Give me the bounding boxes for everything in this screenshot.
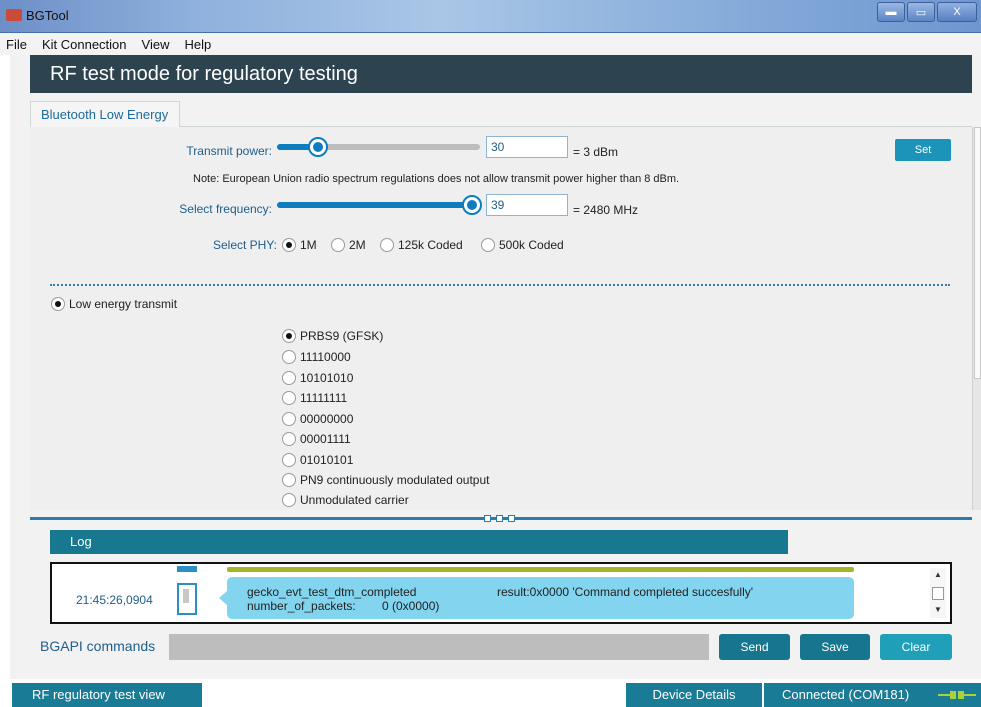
close-button[interactable]: X — [937, 2, 977, 22]
log-param-value: 0 (0x0000) — [382, 599, 440, 613]
radio-icon — [380, 238, 394, 252]
device-icon-chip — [183, 589, 189, 603]
bgapi-command-input[interactable] — [169, 634, 709, 660]
plug-connected-icon — [938, 691, 976, 699]
transmit-power-dbm: = 3 dBm — [573, 145, 619, 159]
window-controls: ▬ ▭ X — [877, 2, 977, 24]
splitter-grip-icon[interactable] — [484, 515, 491, 522]
settings-scrollbar[interactable] — [972, 127, 981, 510]
pattern-00000000-radio[interactable]: 00000000 — [282, 412, 353, 426]
device-details-button[interactable]: Device Details — [626, 683, 762, 707]
transmit-power-label: Transmit power: — [186, 144, 272, 158]
phy-500k-coded-radio[interactable]: 500k Coded — [481, 238, 564, 252]
send-button[interactable]: Send — [719, 634, 790, 660]
radio-icon — [282, 412, 296, 426]
phy-125k-coded-radio[interactable]: 125k Coded — [380, 238, 463, 252]
select-phy-label: Select PHY: — [212, 238, 277, 252]
radio-selected-icon — [51, 297, 65, 311]
splitter-grip-icon[interactable] — [496, 515, 503, 522]
radio-icon — [282, 391, 296, 405]
save-button[interactable]: Save — [800, 634, 870, 660]
low-energy-transmit-radio[interactable]: Low energy transmit — [51, 297, 177, 311]
device-icon-body — [177, 583, 197, 615]
phy-1m-radio[interactable]: 1M — [282, 238, 317, 252]
log-param-name: number_of_packets: — [247, 599, 356, 613]
radio-icon — [481, 238, 495, 252]
scroll-up-icon[interactable]: ▲ — [930, 570, 946, 579]
transmit-power-slider[interactable] — [277, 137, 480, 157]
section-divider — [50, 284, 950, 286]
frequency-input[interactable]: 39 — [486, 194, 568, 216]
minimize-button[interactable]: ▬ — [877, 2, 905, 22]
transmit-power-input[interactable]: 30 — [486, 136, 568, 158]
frequency-mhz: = 2480 MHz — [573, 203, 639, 217]
title-bar: BGTool ▬ ▭ X — [0, 0, 981, 33]
radio-icon — [282, 350, 296, 364]
radio-icon — [282, 371, 296, 385]
phy-2m-radio[interactable]: 2M — [331, 238, 366, 252]
menu-kit-connection[interactable]: Kit Connection — [42, 37, 127, 52]
radio-icon — [282, 473, 296, 487]
radio-icon — [282, 493, 296, 507]
status-bar: RF regulatory test view Device Details C… — [0, 683, 981, 707]
scrollbar-thumb[interactable] — [932, 587, 944, 600]
log-result: result:0x0000 'Command completed succesf… — [497, 585, 754, 599]
radio-icon — [331, 238, 345, 252]
log-header: Log — [50, 530, 788, 554]
scroll-down-icon[interactable]: ▼ — [930, 605, 946, 614]
frequency-slider[interactable] — [277, 195, 482, 215]
pattern-01010101-radio[interactable]: 01010101 — [282, 453, 353, 467]
log-message: gecko_evt_test_dtm_completed result:0x00… — [219, 577, 854, 619]
pattern-pn9-radio[interactable]: PN9 continuously modulated output — [282, 473, 489, 487]
radio-selected-icon — [282, 329, 296, 343]
log-timestamp: 21:45:26,0904 — [76, 593, 153, 607]
rf-regulatory-test-view-tab[interactable]: RF regulatory test view — [12, 683, 202, 707]
radio-selected-icon — [282, 238, 296, 252]
log-scrollbar[interactable]: ▲ ▼ — [930, 568, 946, 618]
menu-help[interactable]: Help — [184, 37, 211, 52]
slider-fill — [277, 202, 472, 208]
select-frequency-label: Select frequency: — [179, 202, 272, 216]
tab-bluetooth-low-energy[interactable]: Bluetooth Low Energy — [30, 101, 180, 128]
eu-regulation-note: Note: European Union radio spectrum regu… — [193, 173, 680, 185]
page-title: RF test mode for regulatory testing — [30, 55, 972, 93]
splitter-grip-icon[interactable] — [508, 515, 515, 522]
app-icon — [6, 9, 22, 21]
bgapi-commands-label: BGAPI commands — [40, 638, 156, 654]
pattern-unmodulated-carrier-radio[interactable]: Unmodulated carrier — [282, 493, 409, 507]
set-button[interactable]: Set — [895, 139, 951, 161]
menu-file[interactable]: File — [6, 37, 27, 52]
pattern-11110000-radio[interactable]: 11110000 — [282, 350, 351, 364]
device-icon — [177, 566, 197, 618]
tab-strip: Bluetooth Low Energy — [30, 101, 972, 128]
log-event-name: gecko_evt_test_dtm_completed — [247, 585, 417, 599]
pattern-11111111-radio[interactable]: 11111111 — [282, 391, 347, 405]
slider-thumb[interactable] — [462, 195, 482, 215]
radio-icon — [282, 453, 296, 467]
menu-bar: File Kit Connection View Help — [0, 33, 981, 55]
maximize-button[interactable]: ▭ — [907, 2, 935, 22]
window-title: BGTool — [26, 8, 69, 23]
radio-icon — [282, 432, 296, 446]
scrollbar-thumb[interactable] — [974, 127, 981, 379]
pattern-10101010-radio[interactable]: 10101010 — [282, 371, 353, 385]
pattern-prbs9-radio[interactable]: PRBS9 (GFSK) — [282, 329, 383, 343]
pattern-00001111-radio[interactable]: 00001111 — [282, 432, 351, 446]
device-icon-top — [177, 566, 197, 572]
menu-view[interactable]: View — [142, 37, 170, 52]
log-separator — [227, 567, 854, 572]
slider-thumb[interactable] — [308, 137, 328, 157]
clear-button[interactable]: Clear — [880, 634, 952, 660]
